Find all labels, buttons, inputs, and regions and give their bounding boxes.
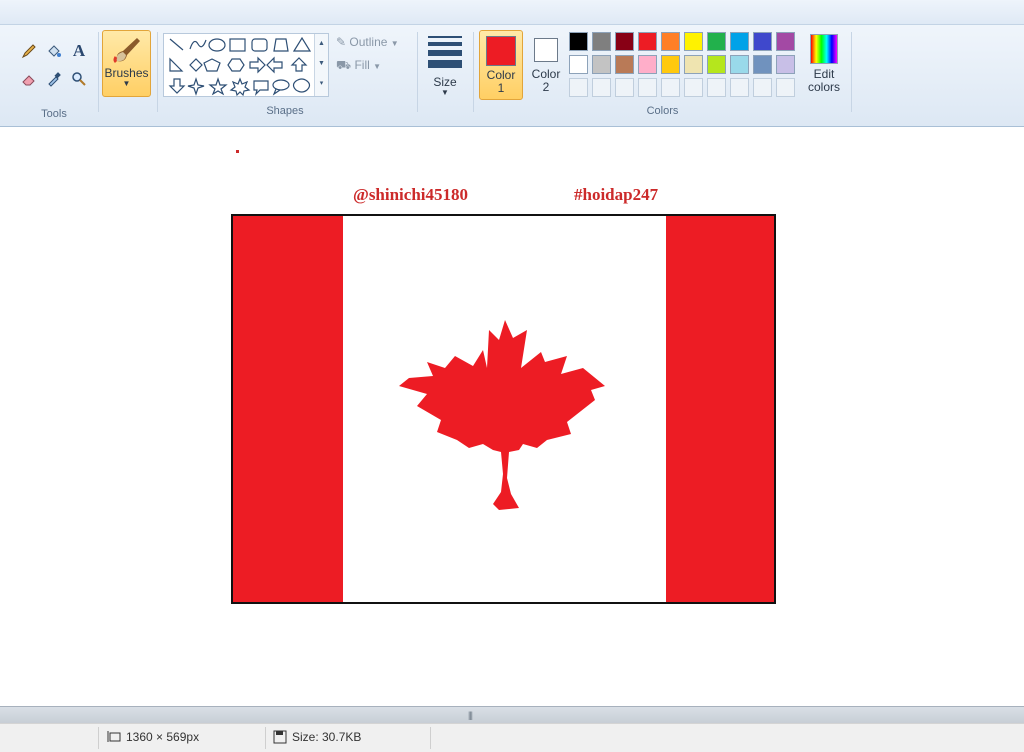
grip-icon[interactable]: |||: [468, 710, 473, 720]
custom-color-slot[interactable]: [707, 78, 726, 97]
palette-swatch[interactable]: [753, 55, 772, 74]
canvas-size-icon: [107, 731, 121, 742]
custom-color-slot[interactable]: [753, 78, 772, 97]
separator: [430, 727, 431, 749]
fill-bucket-icon[interactable]: [43, 40, 65, 62]
fill-label: Fill: [354, 58, 370, 72]
caption-username: @shinichi45180: [353, 185, 469, 204]
drawing-canvas[interactable]: @shinichi45180 #hoidap247: [0, 128, 1024, 706]
color-picker-icon[interactable]: [43, 68, 65, 90]
separator: [98, 727, 99, 749]
color1-number: 1: [497, 81, 505, 95]
pencil-icon[interactable]: [18, 40, 40, 62]
chevron-down-icon: ▼: [390, 39, 399, 48]
custom-color-slot[interactable]: [661, 78, 680, 97]
size-lines-icon: [428, 36, 462, 68]
separator: [265, 727, 266, 749]
ribbon: A Tools Brushes ▼ ▲ ▼ ▾ ✎ Outline ▼ ⛟ Fi…: [0, 0, 1024, 127]
color2-number: 2: [542, 80, 550, 94]
magnifier-icon[interactable]: [68, 68, 90, 90]
separator: [851, 32, 852, 112]
caption-hashtag: #hoidap247: [574, 185, 659, 204]
palette-swatch[interactable]: [661, 55, 680, 74]
edit-colors-label-2: colors: [807, 80, 840, 94]
custom-color-slot[interactable]: [638, 78, 657, 97]
text-tool-icon[interactable]: A: [68, 40, 90, 62]
shapes-icons[interactable]: [166, 35, 316, 97]
canvas-resize-bar[interactable]: |||: [0, 706, 1024, 724]
chevron-down-icon: ▼: [441, 88, 449, 97]
palette-swatch[interactable]: [684, 55, 703, 74]
color2-swatch: [534, 38, 558, 62]
palette-swatch[interactable]: [684, 32, 703, 51]
dimensions-text: 1360 × 569px: [126, 730, 200, 744]
shapes-group-label: Shapes: [266, 105, 304, 117]
palette-swatch[interactable]: [753, 32, 772, 51]
outline-icon: ✎: [336, 35, 347, 49]
chevron-down-icon: ▼: [373, 62, 382, 71]
custom-color-slot[interactable]: [592, 78, 611, 97]
ribbon-tab-strip: [0, 0, 1024, 25]
palette-swatch[interactable]: [615, 32, 634, 51]
separator: [473, 32, 474, 112]
palette-swatch[interactable]: [615, 55, 634, 74]
file-size-text: Size: 30.7KB: [292, 730, 362, 744]
flag-right-bar: [666, 216, 774, 602]
palette-swatch[interactable]: [707, 32, 726, 51]
palette-swatch[interactable]: [638, 55, 657, 74]
fill-icon: ⛟: [336, 58, 352, 72]
size-label: Size: [433, 75, 457, 89]
color-palette: [569, 32, 804, 100]
size-button[interactable]: Size ▼: [424, 32, 466, 98]
tools-group: A Tools: [10, 26, 98, 122]
separator: [157, 32, 158, 112]
shapes-gallery: ▲ ▼ ▾: [163, 33, 329, 97]
save-disk-icon: [273, 730, 287, 744]
tools-group-label: Tools: [41, 108, 67, 120]
separator: [98, 32, 99, 112]
edit-colors-button[interactable]: Edit colors: [804, 32, 844, 100]
image-dimensions: 1360 × 569px: [106, 730, 199, 744]
custom-color-slot[interactable]: [684, 78, 703, 97]
status-bar: 1360 × 569px Size: 30.7KB: [0, 723, 1024, 752]
palette-swatch[interactable]: [730, 32, 749, 51]
palette-swatch[interactable]: [776, 55, 795, 74]
eraser-icon[interactable]: [18, 68, 40, 90]
custom-color-slot[interactable]: [569, 78, 588, 97]
custom-color-slot[interactable]: [730, 78, 749, 97]
color-spectrum-icon: [810, 34, 838, 64]
flag-left-bar: [233, 216, 343, 602]
color1-swatch: [486, 36, 516, 66]
palette-swatch[interactable]: [661, 32, 680, 51]
palette-swatch[interactable]: [707, 55, 726, 74]
palette-swatch[interactable]: [569, 55, 588, 74]
fill-button[interactable]: ⛟ Fill ▼: [336, 58, 381, 74]
custom-color-slot[interactable]: [776, 78, 795, 97]
palette-swatch[interactable]: [592, 55, 611, 74]
stray-dot: [236, 150, 239, 153]
outline-button[interactable]: ✎ Outline ▼: [336, 35, 399, 49]
color1-button[interactable]: Color 1: [479, 30, 523, 100]
file-size: Size: 30.7KB: [273, 730, 361, 744]
brush-icon: [103, 35, 150, 68]
palette-swatch[interactable]: [638, 32, 657, 51]
palette-swatch[interactable]: [730, 55, 749, 74]
chevron-down-icon: ▼: [122, 79, 131, 88]
colors-group-label: Colors: [646, 105, 679, 117]
canada-flag: [231, 214, 776, 604]
color2-button[interactable]: Color 2: [527, 30, 565, 100]
maple-leaf-icon: [399, 320, 605, 510]
palette-swatch[interactable]: [569, 32, 588, 51]
palette-swatch[interactable]: [776, 32, 795, 51]
brushes-button[interactable]: Brushes ▼: [102, 30, 151, 97]
custom-color-slot[interactable]: [615, 78, 634, 97]
outline-label: Outline: [349, 35, 388, 49]
separator: [417, 32, 418, 112]
brushes-label: Brushes: [104, 66, 149, 80]
shapes-scrollbar[interactable]: ▲ ▼ ▾: [314, 34, 328, 96]
palette-swatch[interactable]: [592, 32, 611, 51]
